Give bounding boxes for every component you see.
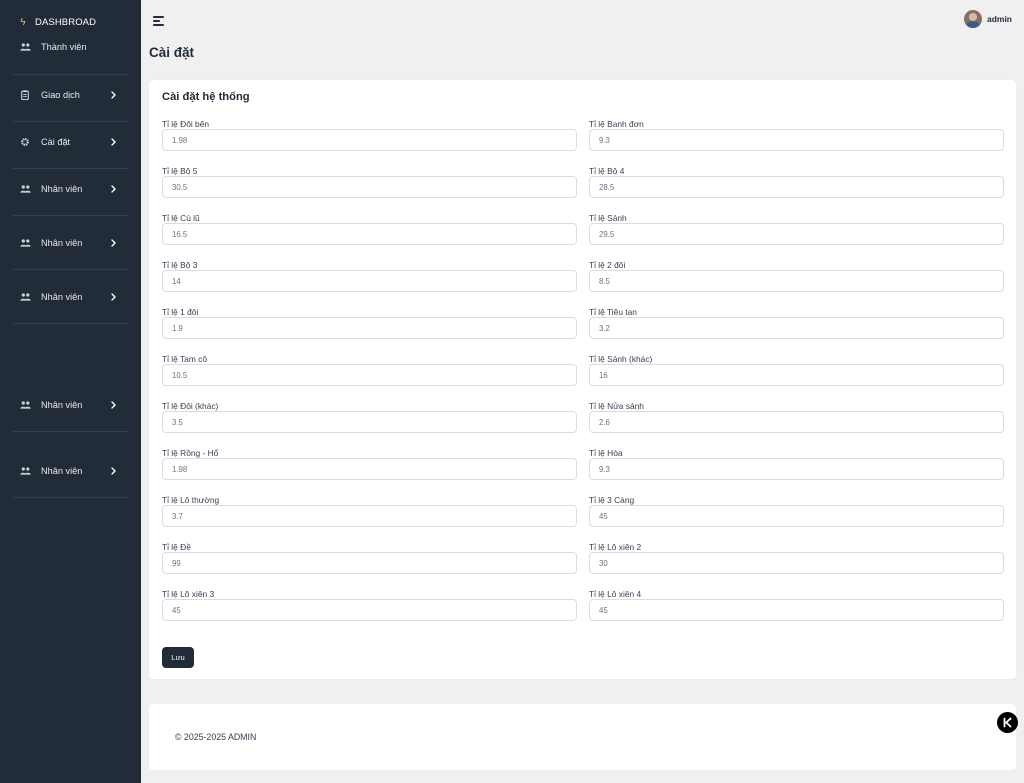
setting-input[interactable] bbox=[162, 505, 577, 527]
setting-field: Tỉ lệ Lô xiên 3 bbox=[162, 588, 577, 621]
chevron-right-icon bbox=[108, 239, 118, 247]
settings-card: Cài đặt hệ thống Tỉ lệ Đôi bên Tỉ lệ Ban… bbox=[149, 80, 1016, 679]
setting-field: Tỉ lệ 1 đôi bbox=[162, 306, 577, 339]
copyright-text: © 2025-2025 ADMIN bbox=[175, 732, 257, 742]
sidebar-divider bbox=[12, 497, 128, 498]
setting-input[interactable] bbox=[162, 176, 577, 198]
setting-input[interactable] bbox=[589, 552, 1004, 574]
setting-field: Tỉ lệ Cù lũ bbox=[162, 212, 577, 245]
users-icon bbox=[19, 400, 31, 410]
sidebar-divider bbox=[12, 168, 128, 169]
sidebar-item-label: Nhân viên bbox=[41, 292, 83, 302]
sidebar-item-transactions[interactable]: Giao dịch bbox=[12, 88, 128, 102]
setting-input[interactable] bbox=[162, 317, 577, 339]
setting-field: Tỉ lệ Lô xiên 4 bbox=[589, 588, 1004, 621]
setting-field: Tỉ lệ Tiêu tan bbox=[589, 306, 1004, 339]
setting-field: Tỉ lệ 2 đôi bbox=[589, 259, 1004, 292]
setting-input[interactable] bbox=[162, 129, 577, 151]
setting-field: Tỉ lệ Sảnh bbox=[589, 212, 1004, 245]
chevron-right-icon bbox=[108, 467, 118, 475]
setting-field: Tỉ lệ Sảnh (khác) bbox=[589, 353, 1004, 386]
setting-input[interactable] bbox=[162, 223, 577, 245]
setting-input[interactable] bbox=[589, 411, 1004, 433]
chevron-right-icon bbox=[108, 138, 118, 146]
sidebar-divider bbox=[12, 323, 128, 324]
menu-toggle-icon[interactable] bbox=[153, 15, 167, 27]
setting-field: Tỉ lệ Tam cô bbox=[162, 353, 577, 386]
setting-field: Tỉ lệ Bộ 3 bbox=[162, 259, 577, 292]
setting-input[interactable] bbox=[162, 364, 577, 386]
sidebar-item-label: Nhân viên bbox=[41, 400, 83, 410]
footer: © 2025-2025 ADMIN bbox=[149, 704, 1016, 770]
sidebar-item-staff[interactable]: Nhân viên bbox=[12, 182, 128, 196]
chevron-right-icon bbox=[108, 293, 118, 301]
sidebar-divider bbox=[12, 431, 128, 432]
brand-label: DASHBROAD bbox=[35, 16, 97, 28]
setting-field: Tỉ lệ Bộ 5 bbox=[162, 165, 577, 198]
sidebar-item-members[interactable]: Thành viên bbox=[12, 41, 128, 53]
setting-input[interactable] bbox=[589, 458, 1004, 480]
sidebar-item-staff[interactable]: Nhân viên bbox=[12, 290, 128, 304]
sidebar-item-label: Nhân viên bbox=[41, 184, 83, 194]
setting-field: Tỉ lệ Bộ 4 bbox=[589, 165, 1004, 198]
sidebar: ϟ DASHBROAD Thành viên Giao dịch Cài đặt bbox=[0, 0, 141, 783]
setting-field: Tỉ lệ Lô thường bbox=[162, 494, 577, 527]
setting-input[interactable] bbox=[162, 552, 577, 574]
setting-input[interactable] bbox=[589, 599, 1004, 621]
setting-input[interactable] bbox=[589, 317, 1004, 339]
setting-input[interactable] bbox=[589, 364, 1004, 386]
sidebar-divider bbox=[12, 121, 128, 122]
setting-field: Tỉ lệ Banh đơn bbox=[589, 118, 1004, 151]
users-icon bbox=[19, 184, 31, 194]
username: admin bbox=[986, 14, 1012, 24]
setting-input[interactable] bbox=[589, 129, 1004, 151]
sidebar-divider bbox=[12, 269, 128, 270]
setting-field: Tỉ lệ 3 Càng bbox=[589, 494, 1004, 527]
sidebar-item-staff[interactable]: Nhân viên bbox=[12, 398, 128, 412]
setting-field: Tỉ lệ Rồng - Hổ bbox=[162, 447, 577, 480]
setting-input[interactable] bbox=[162, 411, 577, 433]
clipboard-icon bbox=[19, 90, 31, 100]
save-button[interactable]: Lưu bbox=[162, 647, 194, 668]
brand[interactable]: ϟ DASHBROAD bbox=[19, 15, 96, 29]
lightning-icon: ϟ bbox=[20, 16, 26, 28]
setting-input[interactable] bbox=[162, 270, 577, 292]
settings-card-title: Cài đặt hệ thống bbox=[162, 91, 250, 103]
sidebar-item-settings[interactable]: Cài đặt bbox=[12, 135, 128, 149]
setting-input[interactable] bbox=[162, 599, 577, 621]
users-icon bbox=[19, 42, 31, 52]
setting-input[interactable] bbox=[589, 270, 1004, 292]
sidebar-item-label: Thành viên bbox=[41, 42, 87, 52]
chevron-right-icon bbox=[108, 185, 118, 193]
setting-field: Tỉ lệ Hòa bbox=[589, 447, 1004, 480]
setting-field: Tỉ lệ Đề bbox=[162, 541, 577, 574]
users-icon bbox=[19, 466, 31, 476]
setting-field: Tỉ lệ Đôi bên bbox=[162, 118, 577, 151]
sidebar-divider bbox=[12, 215, 128, 216]
users-icon bbox=[19, 238, 31, 248]
users-icon bbox=[19, 292, 31, 302]
setting-field: Tỉ lệ Lô xiên 2 bbox=[589, 541, 1004, 574]
setting-input[interactable] bbox=[162, 458, 577, 480]
sidebar-item-staff[interactable]: Nhân viên bbox=[12, 464, 128, 478]
page-title: Cài đặt bbox=[149, 45, 195, 60]
setting-input[interactable] bbox=[589, 505, 1004, 527]
setting-input[interactable] bbox=[589, 176, 1004, 198]
sidebar-divider bbox=[12, 74, 128, 75]
setting-field: Tỉ lệ Nửa sảnh bbox=[589, 400, 1004, 433]
gear-icon bbox=[19, 137, 31, 147]
user-menu[interactable]: admin bbox=[963, 10, 1012, 28]
sidebar-item-label: Cài đặt bbox=[41, 137, 71, 147]
sidebar-item-staff[interactable]: Nhân viên bbox=[12, 236, 128, 250]
setting-field: Tỉ lệ Đôi (khác) bbox=[162, 400, 577, 433]
sidebar-item-label: Nhân viên bbox=[41, 238, 83, 248]
sidebar-item-label: Nhân viên bbox=[41, 466, 83, 476]
avatar bbox=[963, 10, 982, 28]
setting-input[interactable] bbox=[589, 223, 1004, 245]
k-logo-icon[interactable] bbox=[997, 712, 1018, 733]
chevron-right-icon bbox=[108, 401, 118, 409]
sidebar-item-label: Giao dịch bbox=[41, 90, 80, 100]
chevron-right-icon bbox=[108, 91, 118, 99]
